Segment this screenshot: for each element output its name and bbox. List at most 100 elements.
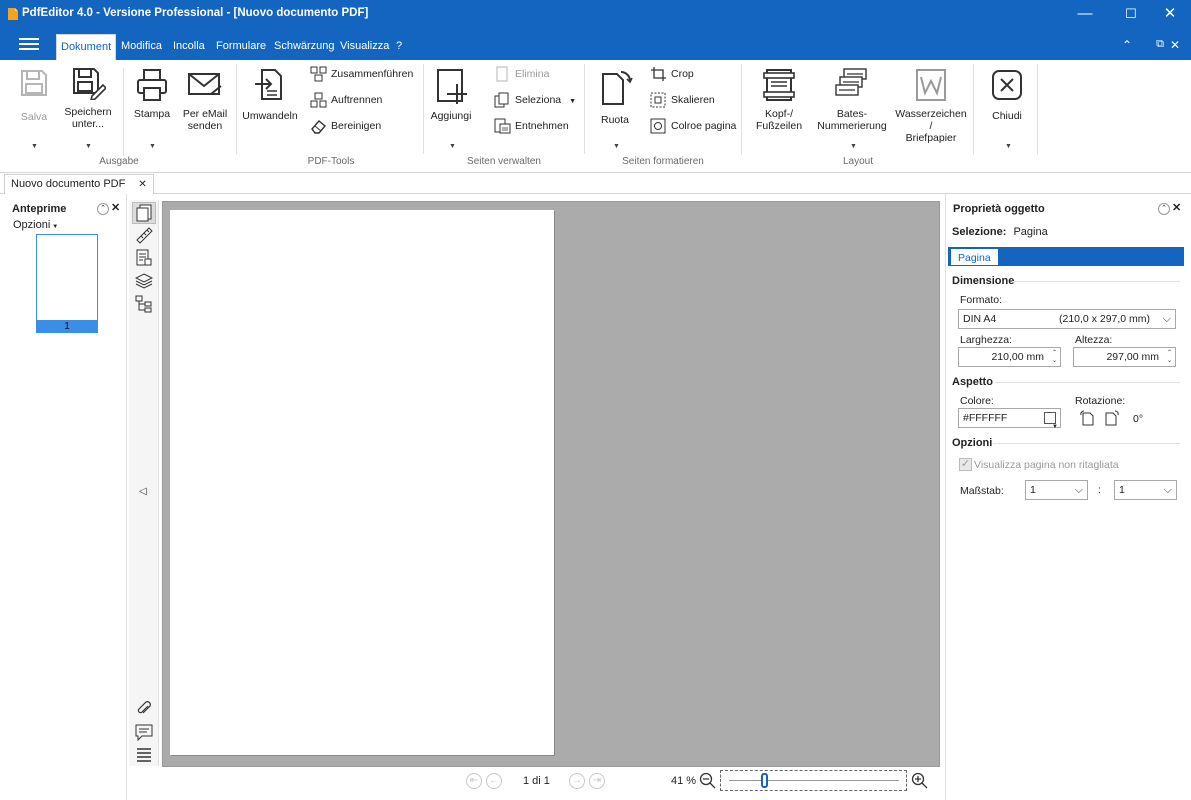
bereinigen-button[interactable]: Bereinigen <box>310 117 381 135</box>
close-window-button[interactable]: ✕ <box>1147 0 1191 30</box>
color-picker[interactable]: #FFFFFF ▼ <box>958 408 1061 430</box>
tab-schwaerzung[interactable]: Schwärzung <box>271 34 338 60</box>
convert-icon <box>255 69 282 100</box>
tab-dokument[interactable]: Dokument <box>56 34 117 60</box>
bates-button[interactable]: Bates- Nummerierung <box>815 68 889 132</box>
watermark-icon <box>916 69 946 101</box>
scale-label: Maßstab: <box>960 485 1004 497</box>
close-doc-icon[interactable]: ✕ <box>1167 38 1183 52</box>
bereinigen-label: Bereinigen <box>331 120 382 132</box>
structure-tree-icon[interactable] <box>135 295 153 313</box>
page-properties-icon[interactable] <box>135 249 153 267</box>
close-pane-icon[interactable]: ✕ <box>111 201 120 214</box>
comments-icon[interactable] <box>135 723 153 741</box>
document-tab-close-icon[interactable]: ✕ <box>138 179 146 190</box>
ruota-button[interactable]: Ruota <box>594 68 636 126</box>
scale-left-select[interactable]: 1 ⌵ <box>1025 480 1088 500</box>
selection-info: Selezione: Pagina <box>952 226 1048 238</box>
ruota-dropdown-icon[interactable]: ▼ <box>613 143 620 150</box>
salva-dropdown-icon[interactable]: ▼ <box>31 143 38 150</box>
aggiungi-button[interactable]: Aggiungi <box>428 68 474 122</box>
chiudi-dropdown-icon[interactable]: ▼ <box>1005 143 1012 150</box>
zusammenfuehren-button[interactable]: Zusammenführen <box>310 65 413 83</box>
salva-button[interactable]: Salva <box>12 67 56 123</box>
aggiungi-dropdown-icon[interactable]: ▼ <box>449 143 456 150</box>
speichern-dropdown-icon[interactable]: ▼ <box>85 143 92 150</box>
skalieren-button[interactable]: Skalieren <box>650 91 715 109</box>
bates-dropdown-icon[interactable]: ▼ <box>850 143 857 150</box>
collapse-left-icon[interactable]: ◁ <box>139 486 147 497</box>
zoom-slider[interactable] <box>720 770 907 791</box>
collapse-ribbon-icon[interactable]: ⌃ <box>1119 38 1135 52</box>
page-thumbnail[interactable] <box>36 234 98 333</box>
tab-modifica[interactable]: Modifica <box>118 34 165 60</box>
restore-doc-icon[interactable]: ⧉ <box>1152 38 1168 51</box>
auftrennen-button[interactable]: Auftrennen <box>310 91 382 109</box>
thumbnails-title: Anteprime <box>12 203 67 215</box>
tab-visualizza[interactable]: Visualizza <box>337 34 392 60</box>
zusammenfuehren-label: Zusammenführen <box>331 68 414 80</box>
crop-button[interactable]: Crop <box>650 65 694 83</box>
page-thumbnail-number: 1 <box>36 320 98 333</box>
email-button[interactable]: Per eMail senden <box>180 68 230 132</box>
spinner-arrows-icon[interactable]: ⌃ ⌄ <box>1052 349 1057 365</box>
elimina-button[interactable]: Elimina <box>494 65 549 83</box>
show-uncropped-checkbox[interactable]: ✓ <box>959 458 972 471</box>
elimina-label: Elimina <box>515 68 550 80</box>
entnehmen-label: Entnehmen <box>515 120 569 132</box>
email-label-2: senden <box>187 120 223 132</box>
selection-value: Pagina <box>1013 226 1048 238</box>
wasserzeichen-button[interactable]: Wasserzeichen / Briefpapier <box>894 68 968 144</box>
pages-icon[interactable] <box>135 204 153 222</box>
spinner-arrows-icon[interactable]: ⌃ ⌄ <box>1167 349 1172 365</box>
previous-page-icon[interactable]: ← <box>486 773 502 789</box>
crop-icon <box>651 67 666 82</box>
kopf-fusszeilen-button[interactable]: Kopf-/ Fußzeilen <box>752 68 806 132</box>
zoom-slider-thumb[interactable] <box>761 773 768 788</box>
zoom-in-icon[interactable] <box>911 772 929 790</box>
stampa-button[interactable]: Stampa <box>130 68 174 120</box>
kopf-label-2: Fußzeilen <box>755 120 803 132</box>
collapse-pane-icon[interactable]: ⌃ <box>97 203 109 215</box>
seleziona-button[interactable]: Seleziona ▼ <box>494 91 576 109</box>
width-spinner[interactable]: 210,00 mm ⌃ ⌄ <box>958 347 1061 367</box>
aggiungi-label: Aggiungi <box>430 110 472 122</box>
list-icon[interactable] <box>135 746 153 764</box>
umwandeln-button[interactable]: Umwandeln <box>242 68 298 122</box>
format-select[interactable]: DIN A4 (210,0 x 297,0 mm) ⌵ <box>958 309 1176 329</box>
zoom-slider-track <box>729 780 899 781</box>
chiudi-button[interactable]: Chiudi <box>985 68 1029 122</box>
first-page-icon[interactable]: ⇤ <box>466 773 482 789</box>
attachment-icon[interactable] <box>135 700 153 718</box>
tab-help[interactable]: ? <box>393 34 405 60</box>
zoom-out-icon[interactable] <box>699 772 717 790</box>
hamburger-menu-icon[interactable] <box>18 36 40 52</box>
ruler-icon[interactable] <box>135 226 153 244</box>
seleziona-dropdown-icon[interactable]: ▼ <box>569 98 576 105</box>
close-properties-icon[interactable]: ✕ <box>1172 201 1181 214</box>
scale-right-select[interactable]: 1 ⌵ <box>1114 480 1177 500</box>
height-spinner[interactable]: 297,00 mm ⌃ ⌄ <box>1073 347 1176 367</box>
tab-pagina[interactable]: Pagina <box>950 248 999 266</box>
tab-formulare[interactable]: Formulare <box>213 34 269 60</box>
page-color-icon <box>650 118 666 134</box>
rotate-left-icon[interactable] <box>1077 410 1095 426</box>
rotate-right-icon[interactable] <box>1104 410 1122 426</box>
save-as-icon <box>73 68 106 100</box>
colore-pagina-button[interactable]: Colroe pagina <box>650 117 736 135</box>
pdf-page[interactable] <box>170 210 554 755</box>
stampa-dropdown-icon[interactable]: ▼ <box>149 143 156 150</box>
last-page-icon[interactable]: ⇥ <box>589 773 605 789</box>
document-tab[interactable]: Nuovo documento PDF ✕ <box>4 174 154 194</box>
header-footer-icon <box>763 69 795 101</box>
collapse-properties-icon[interactable]: ⌃ <box>1158 203 1170 215</box>
speichern-unter-button[interactable]: Speichern unter... <box>62 66 114 130</box>
add-page-icon <box>437 69 467 104</box>
next-page-icon[interactable]: → <box>569 773 585 789</box>
thumbnails-options-button[interactable]: Opzioni ▼ <box>13 219 58 231</box>
minimize-button[interactable]: — <box>1062 0 1108 30</box>
entnehmen-button[interactable]: Entnehmen <box>494 117 569 135</box>
tab-incolla[interactable]: Incolla <box>170 34 208 60</box>
skalieren-label: Skalieren <box>671 94 715 106</box>
layers-icon[interactable] <box>135 272 153 290</box>
